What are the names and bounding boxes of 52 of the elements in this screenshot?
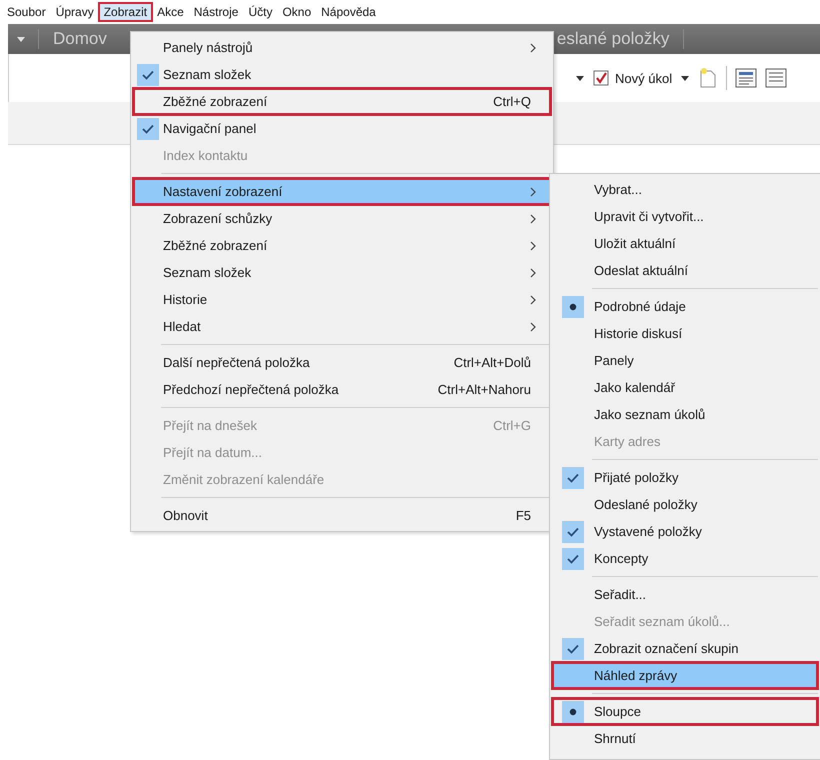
menu-item[interactable]: Zběžné zobrazení: [133, 232, 551, 259]
caret-icon: [16, 35, 26, 43]
menu-item[interactable]: Koncepty: [552, 545, 818, 572]
menu-bar-item[interactable]: Nástroje: [188, 3, 244, 21]
menu-item[interactable]: Shrnutí: [552, 725, 818, 752]
checkbox-icon: [593, 70, 609, 86]
menu-bar-item[interactable]: Nápověda: [316, 3, 381, 21]
menu-item[interactable]: Zobrazit označení skupin: [552, 635, 818, 662]
menu-bar-item[interactable]: Soubor: [2, 3, 51, 21]
menu-item[interactable]: Navigační panel: [133, 115, 551, 142]
menu-bar-item[interactable]: Účty: [243, 3, 278, 21]
menu-item[interactable]: Přijaté položky: [552, 464, 818, 491]
menu-item[interactable]: Vystavené položky: [552, 518, 818, 545]
menu-item[interactable]: Jako seznam úkolů: [552, 401, 818, 428]
menu-bar-item[interactable]: Zobrazit: [98, 3, 152, 21]
shortcut-text: F5: [516, 508, 531, 523]
shortcut-text: Ctrl+Alt+Nahoru: [438, 382, 531, 397]
menu-item[interactable]: Obnovit F5: [133, 502, 551, 529]
menu-item[interactable]: Uložit aktuální: [552, 230, 818, 257]
menu-item[interactable]: Seznam složek: [133, 61, 551, 88]
menu-item[interactable]: Další nepřečtená položka Ctrl+Alt+Dolů: [133, 349, 551, 376]
menu-item[interactable]: Historie diskusí: [552, 320, 818, 347]
menu-item[interactable]: Seřadit...: [552, 581, 818, 608]
note-icon: [698, 67, 718, 89]
menu-bar-item[interactable]: Okno: [277, 3, 316, 21]
menu-item[interactable]: Panely nástrojů: [133, 34, 551, 61]
menu-item[interactable]: Seznam složek: [133, 259, 551, 286]
menu-item[interactable]: Zobrazení schůzky: [133, 205, 551, 232]
new-task-button[interactable]: Nový úkol: [593, 70, 672, 86]
menu-item[interactable]: Historie: [133, 286, 551, 313]
menu-item[interactable]: Zběžné zobrazení Ctrl+Q: [133, 88, 551, 115]
menu-bar-item[interactable]: Akce: [152, 3, 189, 21]
menu-item[interactable]: Náhled zprávy: [552, 662, 818, 689]
menu-item[interactable]: Panely: [552, 347, 818, 374]
menu-item[interactable]: Podrobné údaje: [552, 293, 818, 320]
shortcut-text: Ctrl+Alt+Dolů: [454, 355, 531, 370]
menu-item[interactable]: Odeslat aktuální: [552, 257, 818, 284]
menu-item[interactable]: Sloupce: [552, 698, 818, 725]
menu-item[interactable]: Nastavení zobrazení: [133, 178, 551, 205]
list-view-icon: [765, 68, 788, 88]
caret-icon: [575, 74, 585, 82]
shortcut-text: Ctrl+Q: [493, 94, 531, 109]
menu-item[interactable]: Jako kalendář: [552, 374, 818, 401]
menu-item[interactable]: Vybrat...: [552, 176, 818, 203]
menu-item[interactable]: Předchozí nepřečtená položka Ctrl+Alt+Nahoru: [133, 376, 551, 403]
menu-item[interactable]: Odeslané položky: [552, 491, 818, 518]
menu-item[interactable]: Hledat: [133, 313, 551, 340]
menu-bar-item[interactable]: Úpravy: [50, 3, 99, 21]
list-view-icon: [735, 68, 758, 88]
shortcut-text: Ctrl+G: [493, 418, 531, 433]
menu-item[interactable]: Upravit či vytvořit...: [552, 203, 818, 230]
caret-icon: [680, 74, 690, 82]
